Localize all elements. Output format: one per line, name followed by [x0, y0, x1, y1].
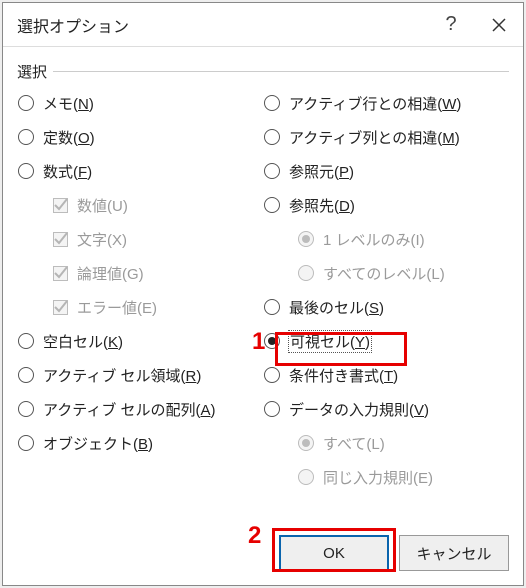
left-column: メモ(N) 定数(O) 数式(F) 数値(U) — [17, 86, 263, 494]
radio-icon — [263, 400, 281, 418]
radio-icon — [263, 298, 281, 316]
checkbox-icon — [51, 298, 69, 316]
option-label: 最後のセル(S) — [289, 297, 384, 318]
option-label: 数式(F) — [43, 161, 92, 182]
option-current-array[interactable]: アクティブ セルの配列(A) — [17, 392, 263, 426]
dialog-buttons: OK キャンセル — [3, 525, 523, 585]
option-label: エラー値(E) — [77, 297, 157, 318]
radio-icon — [263, 94, 281, 112]
annotation-number-1: 1 — [252, 328, 265, 356]
suboption-validation-same: 同じ入力規則(E) — [263, 460, 509, 494]
option-label: 数値(U) — [77, 195, 128, 216]
radio-icon — [263, 162, 281, 180]
option-constants[interactable]: 定数(O) — [17, 120, 263, 154]
option-formulas[interactable]: 数式(F) — [17, 154, 263, 188]
selection-group: 選択 メモ(N) 定数(O) 数式(F) — [17, 71, 509, 494]
radio-icon — [297, 230, 315, 248]
option-label: メモ(N) — [43, 93, 94, 114]
radio-icon — [17, 332, 35, 350]
option-memo[interactable]: メモ(N) — [17, 86, 263, 120]
suboption-text: 文字(X) — [17, 222, 263, 256]
annotation-number-2: 2 — [248, 522, 261, 550]
radio-icon — [17, 366, 35, 384]
radio-icon — [17, 94, 35, 112]
option-dependents[interactable]: 参照先(D) — [263, 188, 509, 222]
suboption-errors: エラー値(E) — [17, 290, 263, 324]
suboption-logicals: 論理値(G) — [17, 256, 263, 290]
suboption-numbers: 数値(U) — [17, 188, 263, 222]
radio-icon — [297, 264, 315, 282]
option-label: 論理値(G) — [77, 263, 144, 284]
option-visible-cells[interactable]: 可視セル(Y) — [263, 324, 509, 358]
option-label: 参照先(D) — [289, 195, 355, 216]
option-blanks[interactable]: 空白セル(K) — [17, 324, 263, 358]
radio-icon — [17, 434, 35, 452]
group-label: 選択 — [17, 61, 53, 82]
option-conditional-formats[interactable]: 条件付き書式(T) — [263, 358, 509, 392]
option-column-differences[interactable]: アクティブ列との相違(M) — [263, 120, 509, 154]
option-label: 定数(O) — [43, 127, 95, 148]
option-label: 同じ入力規則(E) — [323, 467, 433, 488]
option-label: 文字(X) — [77, 229, 127, 250]
titlebar: 選択オプション ? — [3, 3, 523, 47]
option-label: 条件付き書式(T) — [289, 365, 398, 386]
option-label: すべてのレベル(L) — [323, 263, 445, 284]
option-label: アクティブ列との相違(M) — [289, 127, 460, 148]
checkbox-icon — [51, 230, 69, 248]
close-icon[interactable] — [475, 3, 523, 47]
option-objects[interactable]: オブジェクト(B) — [17, 426, 263, 460]
radio-icon — [17, 400, 35, 418]
radio-icon — [263, 332, 281, 350]
select-options-dialog: 選択オプション ? 選択 メモ(N) 定数(O) — [2, 2, 524, 586]
checkbox-icon — [51, 264, 69, 282]
help-icon[interactable]: ? — [427, 3, 475, 47]
option-label: アクティブ行との相違(W) — [289, 93, 461, 114]
radio-icon — [297, 434, 315, 452]
checkbox-icon — [51, 196, 69, 214]
option-current-region[interactable]: アクティブ セル領域(R) — [17, 358, 263, 392]
radio-icon — [263, 128, 281, 146]
suboption-all-levels: すべてのレベル(L) — [263, 256, 509, 290]
option-label: オブジェクト(B) — [43, 433, 153, 454]
ok-button[interactable]: OK — [279, 535, 389, 571]
option-label: すべて(L) — [323, 433, 385, 454]
radio-icon — [17, 128, 35, 146]
suboption-one-level: 1 レベルのみ(I) — [263, 222, 509, 256]
option-data-validation[interactable]: データの入力規則(V) — [263, 392, 509, 426]
cancel-button[interactable]: キャンセル — [399, 535, 509, 571]
option-label: 1 レベルのみ(I) — [323, 229, 425, 250]
dialog-content: 選択 メモ(N) 定数(O) 数式(F) — [3, 47, 523, 525]
option-label: アクティブ セルの配列(A) — [43, 399, 216, 420]
radio-icon — [297, 468, 315, 486]
radio-icon — [263, 196, 281, 214]
radio-icon — [17, 162, 35, 180]
option-label: 空白セル(K) — [43, 331, 123, 352]
dialog-title: 選択オプション — [17, 13, 427, 37]
option-label: 参照元(P) — [289, 161, 354, 182]
option-last-cell[interactable]: 最後のセル(S) — [263, 290, 509, 324]
option-label: データの入力規則(V) — [289, 399, 429, 420]
right-column: アクティブ行との相違(W) アクティブ列との相違(M) 参照元(P) 参照先(D… — [263, 86, 509, 494]
option-row-differences[interactable]: アクティブ行との相違(W) — [263, 86, 509, 120]
option-precedents[interactable]: 参照元(P) — [263, 154, 509, 188]
option-label: 可視セル(Y) — [289, 331, 371, 352]
radio-icon — [263, 366, 281, 384]
option-label: アクティブ セル領域(R) — [43, 365, 201, 386]
suboption-validation-all: すべて(L) — [263, 426, 509, 460]
